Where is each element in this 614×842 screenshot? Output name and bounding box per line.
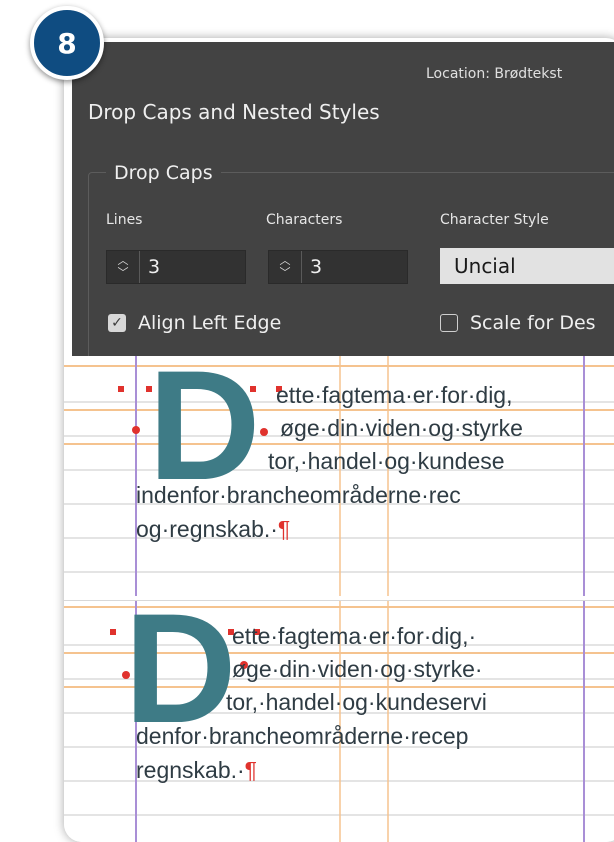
text-line-last: og·regnskab.·¶ <box>136 516 290 543</box>
align-left-edge-label: Align Left Edge <box>138 312 282 334</box>
characters-value[interactable]: 3 <box>302 256 322 278</box>
lines-stepper[interactable]: ︿ ﹀ 3 <box>106 250 246 284</box>
preview-unaligned: D ette·fagtema·er·for·dig,· øge·din·vide… <box>64 600 614 842</box>
characters-label: Characters <box>266 212 343 228</box>
align-left-edge-option[interactable]: ✓ Align Left Edge <box>108 312 281 334</box>
text-line: og·regnskab.· <box>136 516 278 542</box>
character-style-select[interactable]: Uncial <box>440 248 614 284</box>
dialog-title: Drop Caps and Nested Styles <box>88 100 380 124</box>
characters-stepper[interactable]: ︿ ﹀ 3 <box>268 250 408 284</box>
anchor-point <box>132 426 140 434</box>
text-line: øge·din·viden·og·styrke <box>280 415 523 441</box>
drop-caps-dialog: Location: Brødtekst Drop Caps and Nested… <box>72 42 614 374</box>
preview-aligned: D ette·fagtema·er·for·dig, øge·din·viden… <box>64 356 614 596</box>
text-line: regnskab.· <box>136 757 245 783</box>
pilcrow-icon: ¶ <box>277 516 291 542</box>
align-left-edge-checkbox[interactable]: ✓ <box>108 314 126 332</box>
text-line: øge·din·viden·og·styrke· <box>232 656 483 682</box>
drop-caps-group-title: Drop Caps <box>106 162 221 184</box>
stepper-arrows-icon[interactable]: ︿ ﹀ <box>107 251 140 283</box>
anchor-point <box>260 428 268 436</box>
text-line: ette·fagtema·er·for·dig, <box>276 382 513 408</box>
scale-for-descenders-option[interactable]: Scale for Des <box>440 312 596 334</box>
text-line-last: regnskab.·¶ <box>136 757 257 784</box>
character-style-label: Character Style <box>440 212 549 228</box>
text-line: tor,·handel·og·kundese <box>268 448 505 474</box>
text-line: ette·fagtema·er·for·dig,· <box>232 623 477 649</box>
selection-handle <box>118 386 124 392</box>
screenshot-card: Location: Brødtekst Drop Caps and Nested… <box>64 38 614 842</box>
selection-handle <box>110 629 116 635</box>
pilcrow-icon: ¶ <box>244 757 258 783</box>
tutorial-frame: 8 Location: Brødtekst Drop Caps and Nest… <box>0 0 614 842</box>
character-style-value: Uncial <box>454 254 516 278</box>
lines-label: Lines <box>106 212 143 228</box>
step-number: 8 <box>57 26 77 60</box>
lines-value[interactable]: 3 <box>140 256 160 278</box>
text-line: indenfor·brancheområderne·rec <box>136 482 461 508</box>
text-line: denfor·brancheområderne·recep <box>136 723 469 749</box>
text-line: tor,·handel·og·kundeservi <box>226 689 487 715</box>
step-badge: 8 <box>30 6 104 80</box>
stepper-arrows-icon[interactable]: ︿ ﹀ <box>269 251 302 283</box>
location-label: Location: Brødtekst <box>426 66 563 82</box>
scale-for-descenders-label: Scale for Des <box>470 312 596 334</box>
scale-for-descenders-checkbox[interactable] <box>440 314 458 332</box>
